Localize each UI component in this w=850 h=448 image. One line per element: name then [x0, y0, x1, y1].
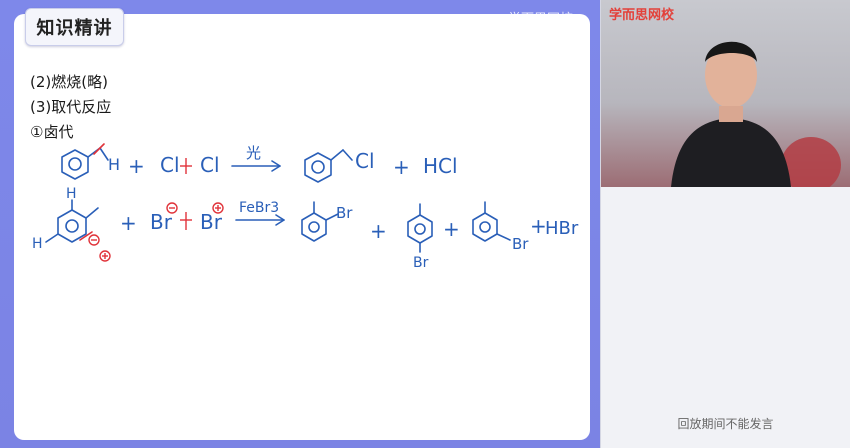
row2-product3-br: Br — [512, 235, 529, 253]
toluene-structure — [61, 147, 109, 180]
teacher-video: 学而思网校 — [601, 0, 850, 187]
row1-hcl: HCl — [423, 154, 458, 178]
row2-plus-1: + — [120, 211, 137, 235]
chat-panel: 回放期间不能发言 — [601, 187, 850, 448]
handwriting-canvas: H + Cl Cl 光 Cl + HCl H H + Br Br FeBr3 B… — [32, 143, 579, 271]
row2-catalyst: FeBr3 — [239, 200, 279, 216]
row1-h: H — [108, 155, 120, 174]
row2-product1-br: Br — [336, 204, 353, 222]
row2-br-2: Br — [200, 210, 223, 234]
row2-br-1: Br — [150, 210, 173, 234]
row2-product2-br: Br — [413, 255, 429, 271]
product-2-structure — [407, 203, 433, 253]
xylene-structure — [45, 199, 99, 243]
benzyl-chloride-structure — [304, 149, 353, 183]
row1-cl-2: Cl — [200, 153, 220, 177]
row2-h-left: H — [32, 236, 43, 252]
teacher-figure — [671, 41, 841, 187]
row1-cl-1: Cl — [160, 153, 180, 177]
lesson-stage: 知识精讲 学而思网校 (2)燃烧(略) (3)取代反应 ①卤代 H + Cl C… — [0, 0, 600, 448]
row1-product-cl: Cl — [355, 149, 375, 173]
replay-notice: 回放期间不能发言 — [677, 417, 774, 431]
row2-hbr: HBr — [545, 218, 579, 239]
row1-plus-1: + — [128, 154, 145, 178]
row2-plus-2: + — [370, 219, 387, 243]
row1-plus-2: + — [393, 155, 410, 179]
row2-h-top: H — [66, 186, 77, 202]
row2-plus-3: + — [443, 217, 460, 241]
product-3-structure — [472, 201, 511, 242]
product-1-structure — [301, 201, 339, 242]
row1-condition: 光 — [246, 144, 261, 162]
